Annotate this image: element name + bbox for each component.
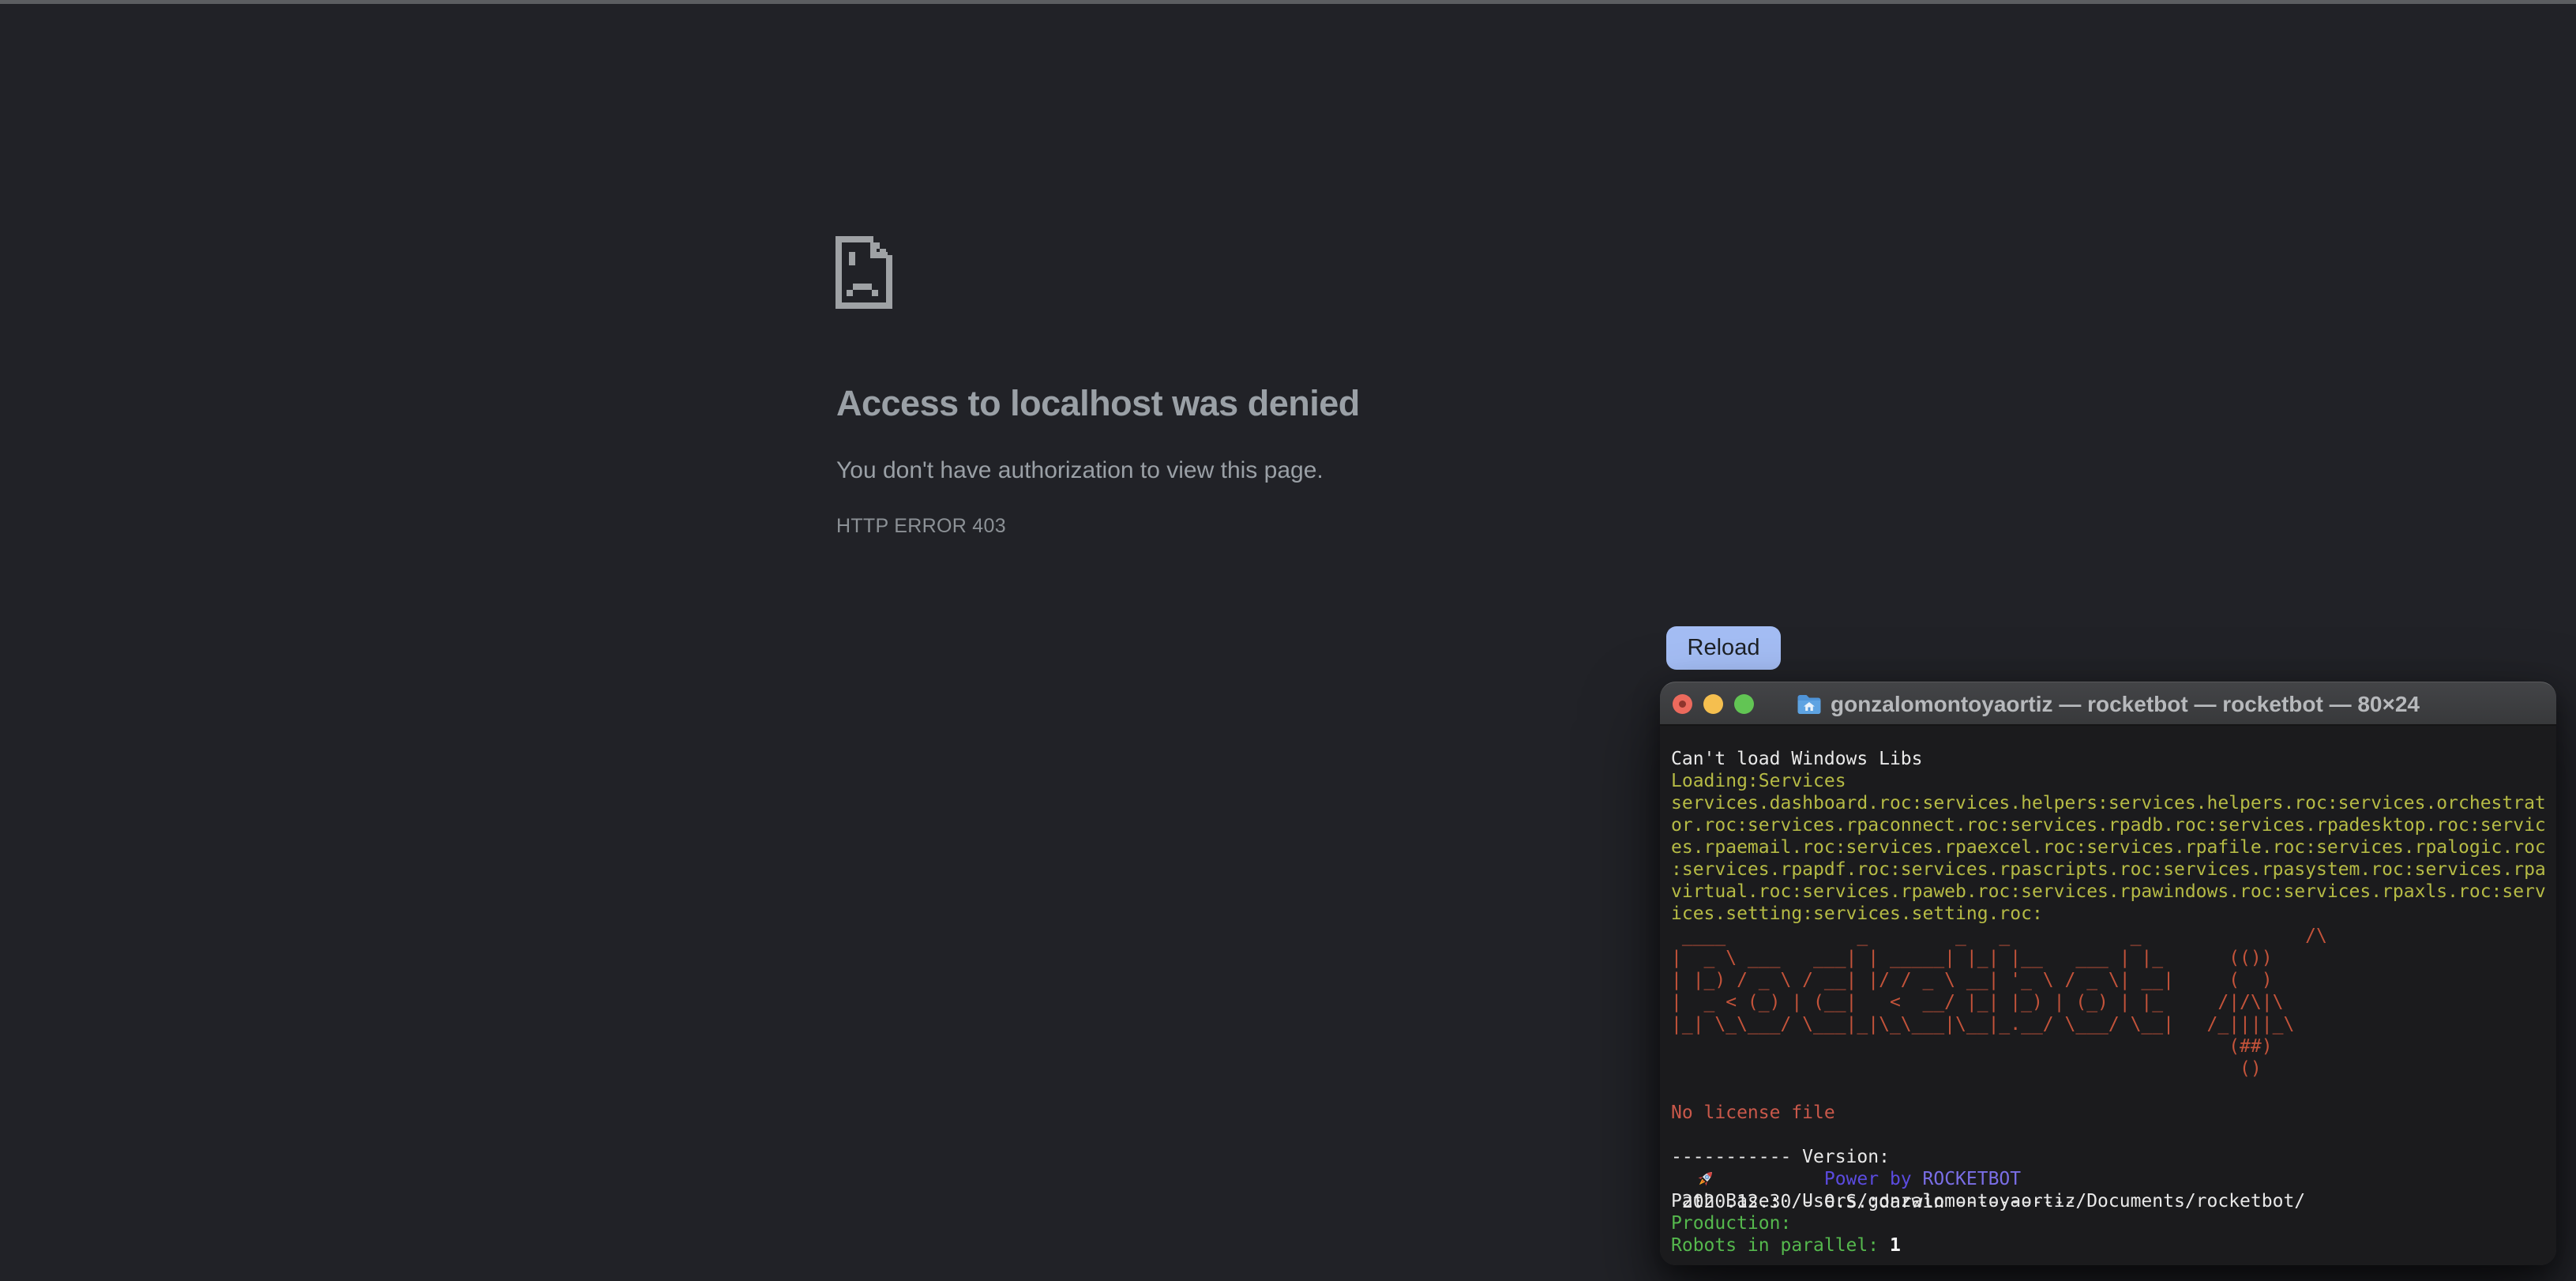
terminal-text: :services.rpapdf.roc:services.rpascripts… bbox=[1671, 859, 2546, 880]
terminal-text: Path Base: /Users/gonzalomontoyaortiz/Do… bbox=[1671, 1191, 2305, 1212]
window-controls bbox=[1673, 694, 1754, 714]
terminal-line: No license file bbox=[1671, 1102, 2556, 1124]
terminal-titlebar[interactable]: gonzalomontoyaortiz — rocketbot — rocket… bbox=[1660, 682, 2556, 726]
terminal-text: es.rpaemail.roc:services.rpaexcel.roc:se… bbox=[1671, 837, 2546, 858]
terminal-text: | _ < (_) | (__| < __/ |_| |_) | (_) | |… bbox=[1671, 992, 2283, 1012]
terminal-text: virtual.roc:services.rpaweb.roc:services… bbox=[1671, 881, 2546, 902]
terminal-text: Production: bbox=[1671, 1213, 1791, 1234]
terminal-line: | _ < (_) | (__| < __/ |_| |_) | (_) | |… bbox=[1671, 991, 2556, 1013]
terminal-text: No license file bbox=[1671, 1103, 1835, 1123]
terminal-text: (##) bbox=[1671, 1036, 2273, 1057]
sad-file-icon bbox=[836, 236, 892, 309]
terminal-line: es.rpaemail.roc:services.rpaexcel.roc:se… bbox=[1671, 836, 2556, 858]
terminal-text: Power by bbox=[1671, 1169, 1923, 1189]
error-page: Access to localhost was denied You don't… bbox=[836, 236, 1783, 309]
terminal-line: ____ _ _ _ _ /\ bbox=[1671, 925, 2556, 947]
terminal-title: gonzalomontoyaortiz — rocketbot — rocket… bbox=[1797, 682, 2420, 727]
terminal-line bbox=[1671, 1080, 2556, 1102]
terminal-text: |_| \_\___/ \___|_|\_\___|\__|_.__/ \___… bbox=[1671, 1014, 2294, 1035]
error-message: You don't have authorization to view thi… bbox=[836, 457, 1705, 484]
terminal-line: Power by ROCKETBOT bbox=[1671, 1168, 2556, 1190]
terminal-line: | |_) / _ \ / __| |/ / _ \ __| '_ \ / _ … bbox=[1671, 969, 2556, 991]
terminal-line: |_| \_\___/ \___|_|\_\___|\__|_.__/ \___… bbox=[1671, 1013, 2556, 1035]
home-folder-icon bbox=[1797, 694, 1821, 715]
terminal-text: or.roc:services.rpaconnect.roc:services.… bbox=[1671, 815, 2546, 836]
terminal-text: ices.setting:services.setting.roc: bbox=[1671, 903, 2043, 924]
terminal-text: | |_) / _ \ / __| |/ / _ \ __| '_ \ / _ … bbox=[1671, 970, 2273, 990]
terminal-line: Robots in parallel: 1 bbox=[1671, 1234, 2556, 1257]
terminal-line: services.dashboard.roc:services.helpers:… bbox=[1671, 792, 2556, 814]
terminal-line: virtual.roc:services.rpaweb.roc:services… bbox=[1671, 881, 2556, 903]
terminal-text: | _ \ ___ ___| | _____| |_| |__ ___ | |_… bbox=[1671, 948, 2273, 968]
browser-toolbar-edge bbox=[0, 0, 2576, 4]
terminal-text: services.dashboard.roc:services.helpers:… bbox=[1671, 793, 2546, 813]
terminal-line: (##) bbox=[1671, 1035, 2556, 1057]
terminal-text: Robots in parallel: bbox=[1671, 1235, 1890, 1256]
terminal-line: | _ \ ___ ___| | _____| |_| |__ ___ | |_… bbox=[1671, 947, 2556, 969]
terminal-line bbox=[1671, 1124, 2556, 1146]
terminal-line: Loading:Services bbox=[1671, 770, 2556, 792]
terminal-text: () bbox=[1671, 1058, 2262, 1079]
terminal-line: Can't load Windows Libs bbox=[1671, 748, 2556, 770]
terminal-text: ____ _ _ _ _ /\ bbox=[1671, 926, 2327, 946]
error-code: HTTP ERROR 403 bbox=[836, 515, 1006, 538]
terminal-window[interactable]: gonzalomontoyaortiz — rocketbot — rocket… bbox=[1660, 682, 2556, 1265]
terminal-line: ices.setting:services.setting.roc: bbox=[1671, 903, 2556, 925]
terminal-title-text: gonzalomontoyaortiz — rocketbot — rocket… bbox=[1831, 692, 2420, 717]
close-button[interactable] bbox=[1673, 694, 1692, 714]
terminal-line: or.roc:services.rpaconnect.roc:services.… bbox=[1671, 814, 2556, 836]
terminal-line: :services.rpapdf.roc:services.rpascripts… bbox=[1671, 858, 2556, 881]
terminal-line: () bbox=[1671, 1057, 2556, 1080]
minimize-button[interactable] bbox=[1703, 694, 1723, 714]
zoom-button[interactable] bbox=[1734, 694, 1754, 714]
terminal-line: Path Base: /Users/gonzalomontoyaortiz/Do… bbox=[1671, 1190, 2556, 1212]
terminal-text: Loading:Services bbox=[1671, 771, 1846, 791]
terminal-text: Can't load Windows Libs bbox=[1671, 749, 1923, 769]
terminal-text: 1 bbox=[1890, 1235, 1901, 1256]
unsaved-dot bbox=[1679, 701, 1686, 708]
terminal-text: ROCKETBOT bbox=[1923, 1169, 2022, 1189]
terminal-line: Production: bbox=[1671, 1212, 2556, 1234]
terminal-line: ----------- Version: 2020.12.30 - O.S.:d… bbox=[1671, 1146, 2556, 1168]
error-title: Access to localhost was denied bbox=[836, 383, 1705, 424]
terminal-text: ----------- Version: bbox=[1671, 1147, 1901, 1167]
reload-button[interactable]: Reload bbox=[1666, 626, 1781, 670]
terminal-body[interactable]: Can't load Windows LibsLoading:Servicess… bbox=[1660, 726, 2556, 1265]
